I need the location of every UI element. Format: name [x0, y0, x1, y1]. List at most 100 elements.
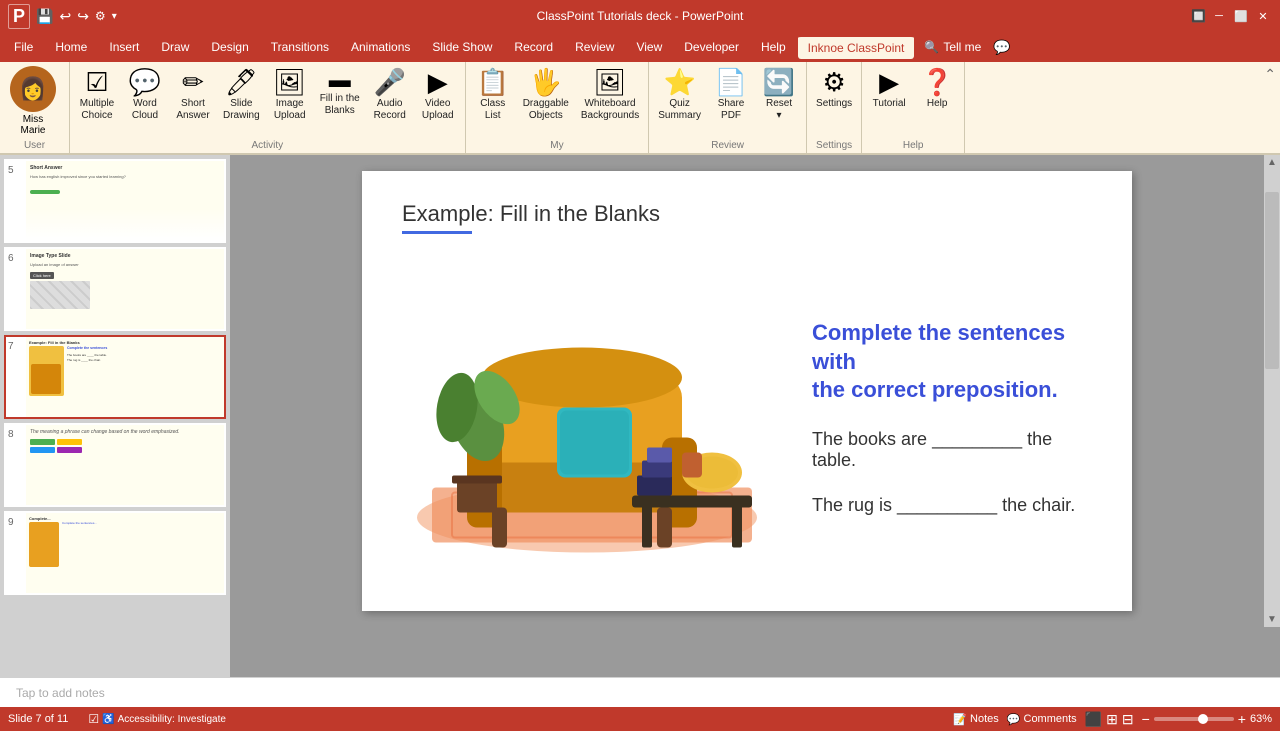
save-icon[interactable]: 💾 — [36, 8, 53, 25]
notes-button[interactable]: 📝 Notes — [953, 713, 998, 726]
fit-view-icon[interactable]: ⊞ — [1106, 711, 1118, 728]
presenter-view-icon[interactable]: ⊟ — [1122, 711, 1134, 728]
slide-thumbnail-6[interactable]: 6 Image Type Slide Upload an image of an… — [4, 247, 226, 331]
vertical-scrollbar[interactable]: ▲ ▼ — [1264, 155, 1280, 627]
slide-question-text: Complete the sentences withthe correct p… — [812, 319, 1092, 405]
image-upload-button[interactable]: 🖼 ImageUpload — [267, 64, 313, 125]
tutorial-button[interactable]: ▶ Tutorial — [866, 64, 912, 113]
slide-panel: 5 Short Answer How has english improved … — [0, 155, 230, 677]
zoom-slider[interactable] — [1154, 717, 1234, 721]
customize-icon[interactable]: ⚙ — [95, 9, 106, 23]
video-upload-button[interactable]: ▶ VideoUpload — [415, 64, 461, 125]
short-answer-icon: ✏ — [182, 67, 204, 98]
help-group-label: Help — [866, 138, 960, 153]
menu-developer[interactable]: Developer — [674, 36, 749, 58]
slide-thumbnail-8[interactable]: 8 The meaning a phrase can change based … — [4, 423, 226, 507]
zoom-in-button[interactable]: + — [1238, 711, 1246, 727]
multiple-choice-button[interactable]: ☑ MultipleChoice — [74, 64, 120, 125]
tutorial-icon: ▶ — [879, 67, 899, 98]
fill-in-blanks-button[interactable]: ▬ Fill in theBlanks — [315, 64, 365, 120]
notes-icon: 📝 — [953, 713, 967, 726]
menu-insert[interactable]: Insert — [99, 36, 149, 58]
menu-transitions[interactable]: Transitions — [261, 36, 339, 58]
slide-thumbnail-7[interactable]: 7 Example: Fill in the Blanks Complete t… — [4, 335, 226, 419]
fill-in-blanks-label: Fill in theBlanks — [320, 93, 360, 117]
menu-file[interactable]: File — [4, 36, 43, 58]
slide-image-area — [402, 254, 782, 581]
multiple-choice-label: MultipleChoice — [80, 98, 114, 122]
notes-area[interactable]: Tap to add notes — [0, 677, 1280, 707]
slide-drawing-button[interactable]: 🖊 SlideDrawing — [218, 64, 265, 125]
redo-icon[interactable]: ↪ — [77, 8, 89, 25]
ribbon-group-my: 📋 ClassList 🖐 DraggableObjects 🖼 Whitebo… — [466, 62, 650, 153]
title-bar: P 💾 ↩ ↪ ⚙ ▾ ClassPoint Tutorials deck - … — [0, 0, 1280, 32]
settings-button[interactable]: ⚙ Settings — [811, 64, 857, 113]
reset-button[interactable]: 🔄 Reset▾ — [756, 64, 802, 125]
zoom-out-button[interactable]: − — [1142, 711, 1150, 727]
whiteboard-backgrounds-button[interactable]: 🖼 WhiteboardBackgrounds — [576, 64, 644, 125]
help-button[interactable]: ❓ Help — [914, 64, 960, 113]
menu-slideshow[interactable]: Slide Show — [422, 36, 502, 58]
menu-record[interactable]: Record — [504, 36, 563, 58]
ribbon-group-help: ▶ Tutorial ❓ Help Help — [862, 62, 965, 153]
review-group-label: Review — [653, 138, 802, 153]
image-upload-icon: 🖼 — [273, 67, 306, 98]
slide-number-5: 5 — [6, 161, 22, 180]
dropdown-icon[interactable]: ▾ — [112, 11, 117, 22]
short-answer-label: ShortAnswer — [176, 98, 209, 122]
tell-me-text[interactable]: Tell me — [943, 40, 981, 54]
ribbon-collapse-button[interactable]: ⌃ — [1260, 62, 1280, 153]
short-answer-button[interactable]: ✏ ShortAnswer — [170, 64, 216, 125]
furniture-illustration — [402, 254, 782, 581]
search-icon: 🔍 — [924, 40, 939, 54]
slide-thumbnail-9[interactable]: 9 Complete... Complete the sentences... — [4, 511, 226, 595]
review-group-items: ⭐ QuizSummary 📄 SharePDF 🔄 Reset▾ — [653, 64, 802, 138]
comments-label: Comments — [1024, 713, 1077, 725]
draggable-objects-icon: 🖐 — [530, 67, 562, 98]
slide-info: Slide 7 of 11 — [8, 713, 68, 725]
maximize-button[interactable]: ⬜ — [1232, 7, 1250, 25]
word-cloud-button[interactable]: 💬 WordCloud — [122, 64, 168, 125]
minimize-button[interactable]: ─ — [1210, 7, 1228, 25]
menu-design[interactable]: Design — [201, 36, 258, 58]
slide-inner: Example: Fill in the Blanks — [362, 171, 1132, 611]
menu-review[interactable]: Review — [565, 36, 624, 58]
undo-icon[interactable]: ↩ — [59, 8, 71, 25]
view-controls: ⬛ ⊞ ⊟ — [1085, 711, 1134, 728]
slide-thumbnail-5[interactable]: 5 Short Answer How has english improved … — [4, 159, 226, 243]
menu-draw[interactable]: Draw — [151, 36, 199, 58]
share-pdf-button[interactable]: 📄 SharePDF — [708, 64, 754, 125]
multiple-choice-icon: ☑ — [85, 67, 108, 98]
help-label: Help — [927, 98, 948, 110]
zoom-percent: 63% — [1250, 713, 1272, 725]
quiz-summary-button[interactable]: ⭐ QuizSummary — [653, 64, 706, 125]
audio-record-button[interactable]: 🎤 AudioRecord — [367, 64, 413, 125]
class-list-button[interactable]: 📋 ClassList — [470, 64, 516, 125]
menu-view[interactable]: View — [626, 36, 672, 58]
title-bar-left: P 💾 ↩ ↪ ⚙ ▾ — [8, 4, 117, 29]
close-button[interactable]: ✕ — [1254, 7, 1272, 25]
quiz-summary-label: QuizSummary — [658, 98, 701, 122]
user-profile-button[interactable]: 👩 MissMarie — [4, 64, 62, 138]
slide-title: Example: Fill in the Blanks — [402, 201, 1092, 227]
help-icon: ❓ — [921, 67, 953, 98]
share-icon[interactable]: 💬 — [993, 39, 1010, 56]
powerpoint-logo-icon: P — [8, 4, 30, 29]
window-title: ClassPoint Tutorials deck - PowerPoint — [537, 9, 744, 23]
menu-help[interactable]: Help — [751, 36, 796, 58]
class-list-label: ClassList — [480, 98, 505, 122]
menu-home[interactable]: Home — [45, 36, 97, 58]
menu-animations[interactable]: Animations — [341, 36, 420, 58]
audio-record-label: AudioRecord — [374, 98, 406, 122]
whiteboard-backgrounds-icon: 🖼 — [594, 67, 627, 98]
menu-inknoe-classpoint[interactable]: Inknoe ClassPoint — [798, 35, 915, 59]
accessibility-text[interactable]: Accessibility: Investigate — [118, 714, 226, 725]
slide-view-icon[interactable]: ⬛ — [1085, 711, 1102, 728]
settings-icon: ⚙ — [822, 67, 845, 98]
draggable-objects-button[interactable]: 🖐 DraggableObjects — [518, 64, 574, 125]
share-pdf-label: SharePDF — [718, 98, 745, 122]
my-group-label: My — [470, 138, 645, 153]
comments-button[interactable]: 💬 Comments — [1007, 713, 1077, 726]
activity-group-label: Activity — [74, 138, 461, 153]
ribbon-display-icon[interactable]: 🔲 — [1191, 9, 1206, 23]
